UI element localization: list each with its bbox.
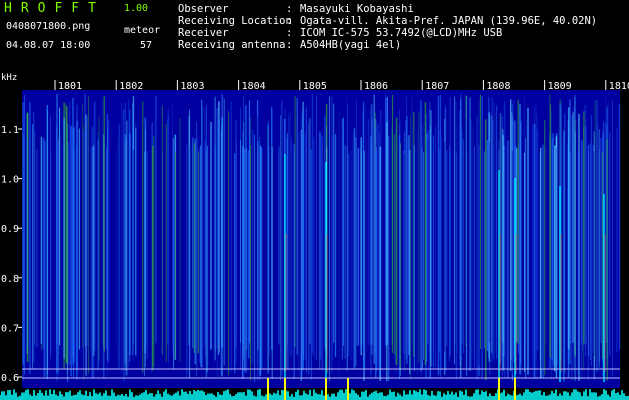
info-row-observer: Observer: Masayuki Kobayashi xyxy=(178,3,597,15)
info-row-antenna: Receiving antenna: A504HB(yagi 4el) xyxy=(178,39,597,51)
time-label: 1807 xyxy=(425,81,449,92)
frequency-label: 1.0 xyxy=(1,175,19,186)
meteor-count: 57 xyxy=(139,40,152,51)
hrofft-window: HROFFT 1.00 0408071800.png meteor 04.08.… xyxy=(0,0,629,400)
frequency-label: 0.9 xyxy=(1,224,19,235)
frequency-label: 1.1 xyxy=(1,125,19,136)
frequency-label: 0.6 xyxy=(1,373,19,384)
info-key: Receiver xyxy=(178,27,229,39)
time-label: 1801 xyxy=(58,81,82,92)
datetime: 04.08.07 18:00 xyxy=(6,40,91,51)
app-version: 1.00 xyxy=(124,3,149,14)
time-label: 1802 xyxy=(119,81,143,92)
time-label: 1804 xyxy=(242,81,266,92)
time-label: 1805 xyxy=(303,81,327,92)
info-value: Ogata-vill. Akita-Pref. JAPAN (139.96E, … xyxy=(300,15,598,27)
time-label: 1809 xyxy=(548,81,572,92)
unit-label: kHz xyxy=(1,73,18,83)
info-sep: : xyxy=(286,15,293,27)
meteor-label: meteor xyxy=(124,25,161,36)
header-panel: HROFFT 1.00 0408071800.png meteor 04.08.… xyxy=(0,0,629,72)
info-key: Receiving antenna xyxy=(178,39,286,51)
info-value: Masayuki Kobayashi xyxy=(300,3,414,15)
info-value: ICOM IC-575 53.7492(@LCD)MHz USB xyxy=(300,27,503,39)
frequency-axis: 1.1 1.0 0.9 0.8 0.7 0.6 xyxy=(1,125,22,384)
info-sep: : xyxy=(286,39,293,51)
info-sep: : xyxy=(286,27,293,39)
time-label: 1810 xyxy=(609,81,629,92)
info-key: Observer xyxy=(178,3,229,15)
time-label: 1808 xyxy=(486,81,510,92)
spectrogram: 1.1 1.0 0.9 0.8 0.7 0.6 1801 1802 1803 1804 1805 1… xyxy=(0,80,629,400)
info-value: A504HB(yagi 4el) xyxy=(300,39,402,51)
info-sep: : xyxy=(286,3,293,15)
file-name: 0408071800.png xyxy=(6,21,91,32)
info-key: Receiving Location xyxy=(178,15,292,27)
frequency-label: 0.8 xyxy=(1,274,19,285)
frequency-label: 0.7 xyxy=(1,323,19,334)
time-label: 1806 xyxy=(364,81,388,92)
info-row-location: Receiving Location: Ogata-vill. Akita-Pre… xyxy=(178,15,597,27)
app-title: HROFFT xyxy=(4,1,105,16)
info-row-receiver: Receiver: ICOM IC-575 53.7492(@LCD)MHz US… xyxy=(178,27,597,39)
time-label: 1803 xyxy=(180,81,204,92)
info-block: Observer: Masayuki Kobayashi Receiving Lo… xyxy=(178,3,597,51)
